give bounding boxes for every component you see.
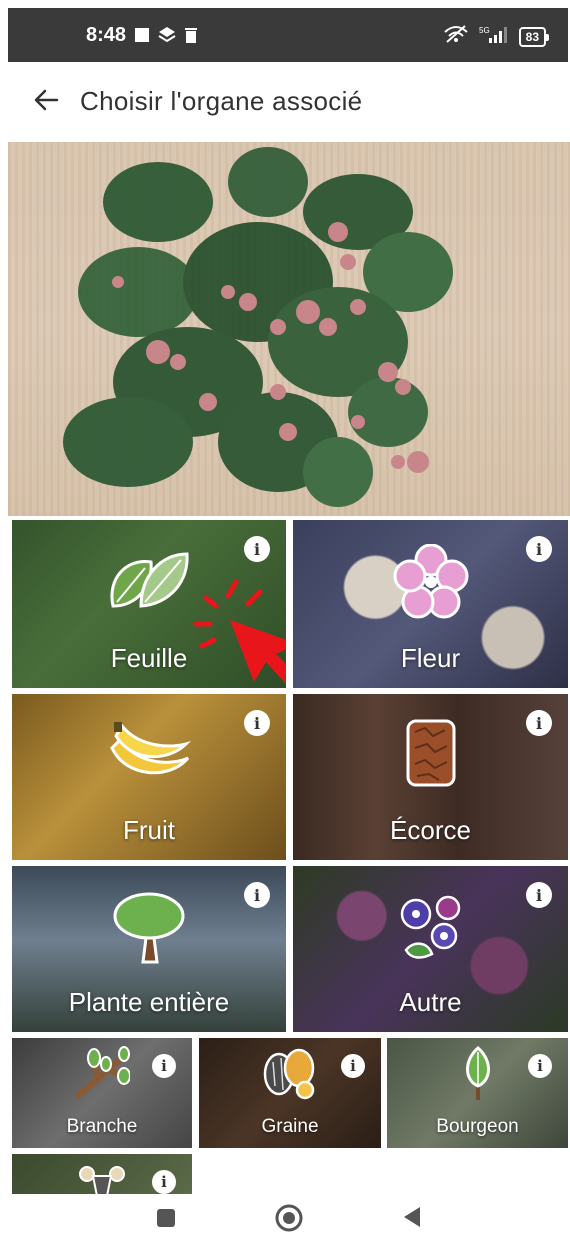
info-icon[interactable]: i	[152, 1054, 176, 1078]
seeds-icon	[261, 1046, 319, 1105]
tile-label: Écorce	[390, 815, 471, 845]
tile-branche[interactable]: i Branche	[12, 1038, 192, 1148]
bud-icon	[460, 1046, 496, 1107]
bark-icon	[405, 718, 457, 793]
tile-label: Plante entière	[68, 987, 230, 1017]
layers-icon	[158, 26, 176, 49]
flower-icon	[393, 543, 469, 625]
battery-icon: 83	[518, 26, 550, 47]
tile-label: Graine	[261, 1116, 319, 1137]
back-button[interactable]	[26, 82, 66, 122]
home-icon[interactable]	[274, 1203, 304, 1237]
svg-text:5G: 5G	[479, 26, 490, 35]
flowers-icon	[394, 890, 468, 969]
recents-icon[interactable]	[155, 1207, 177, 1234]
tile-label: Autre	[399, 987, 462, 1017]
status-bar: 8:48 5G 83	[8, 8, 568, 62]
tree-icon	[111, 890, 187, 969]
tile-ecorce[interactable]: i Écorce	[293, 694, 568, 860]
banana-icon	[106, 718, 192, 789]
tile-label: Fleur	[400, 643, 461, 673]
page-title: Choisir l'organe associé	[80, 86, 363, 116]
tile-graine[interactable]: i Graine	[199, 1038, 381, 1148]
branch-icon	[74, 1046, 131, 1105]
info-icon[interactable]: i	[152, 1170, 176, 1194]
app-bar: Choisir l'organe associé	[0, 62, 570, 142]
back-icon[interactable]	[400, 1205, 424, 1234]
leaves-icon	[107, 548, 191, 617]
wifi-off-icon	[443, 24, 469, 49]
tile-feuille[interactable]: i Feuille	[12, 520, 286, 688]
tile-label: Bourgeon	[436, 1116, 519, 1137]
info-icon[interactable]: i	[341, 1054, 365, 1078]
tile-bourgeon[interactable]: i Bourgeon	[387, 1038, 568, 1148]
info-icon[interactable]: i	[526, 882, 552, 908]
square-icon	[134, 27, 150, 48]
plant-photo	[8, 142, 570, 516]
tile-fruit[interactable]: i Fruit	[12, 694, 286, 860]
info-icon[interactable]: i	[528, 1054, 552, 1078]
info-icon[interactable]: i	[526, 710, 552, 736]
status-time: 8:48	[86, 24, 127, 46]
tile-partial[interactable]: i	[12, 1154, 192, 1194]
tile-autre[interactable]: i Autre	[293, 866, 568, 1032]
system-nav-bar	[0, 1195, 570, 1237]
tile-label: Fruit	[123, 815, 175, 845]
info-icon[interactable]: i	[526, 536, 552, 562]
tile-fleur[interactable]: i Fleur	[293, 520, 568, 688]
trash-icon	[184, 26, 198, 49]
info-icon[interactable]: i	[244, 882, 270, 908]
info-icon[interactable]: i	[244, 536, 270, 562]
tile-label: Branche	[66, 1116, 138, 1137]
signal-5g-icon: 5G	[479, 24, 509, 49]
plant-part-icon	[77, 1162, 127, 1194]
tile-plante-entiere[interactable]: i Plante entière	[12, 866, 286, 1032]
tap-pointer-icon	[193, 579, 286, 684]
info-icon[interactable]: i	[244, 710, 270, 736]
arrow-left-icon	[31, 85, 61, 120]
